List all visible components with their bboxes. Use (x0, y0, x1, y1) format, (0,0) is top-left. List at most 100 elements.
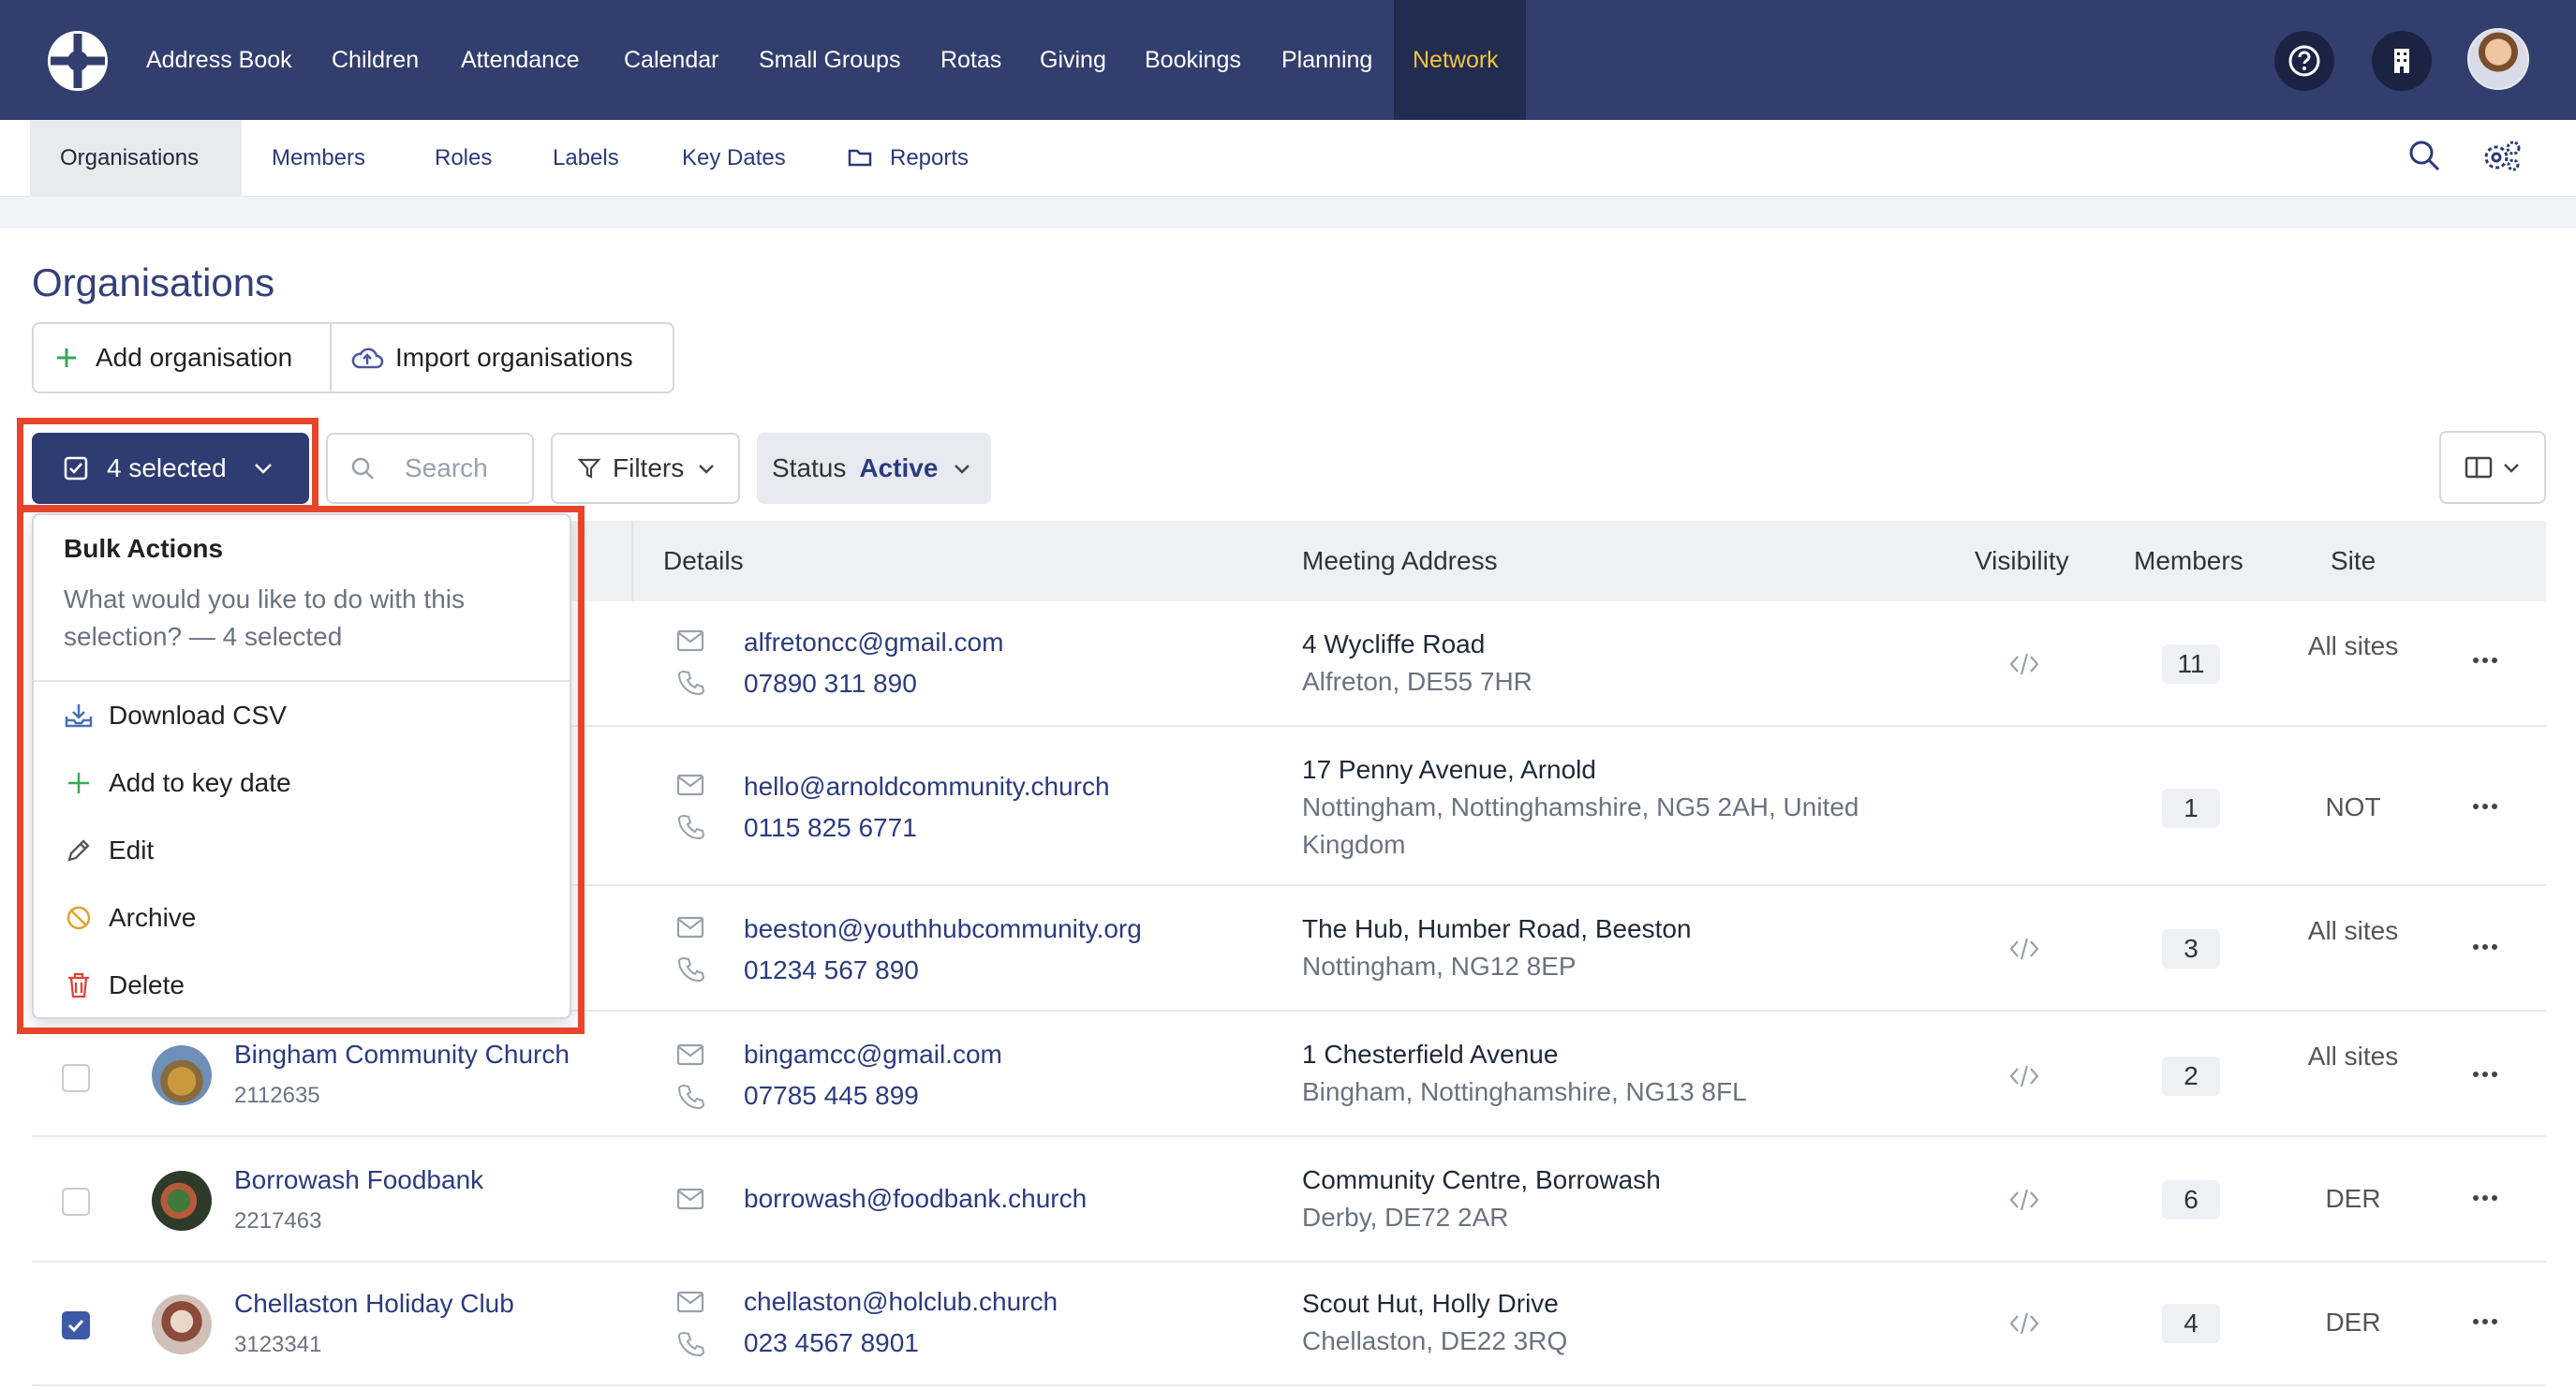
row-phone[interactable]: 0115 825 6771 (744, 813, 917, 843)
code-embed-icon[interactable] (2008, 1186, 2040, 1214)
settings-gear-icon[interactable] (2482, 139, 2522, 174)
code-embed-icon[interactable] (2008, 1062, 2040, 1090)
more-options-icon[interactable] (2471, 656, 2499, 665)
row-address-line2: Nottingham, NG12 8EP (1302, 952, 1577, 981)
nav-small-groups[interactable]: Small Groups (759, 0, 900, 120)
organisation-name-link[interactable]: Borrowash Foodbank (234, 1165, 483, 1195)
nav-rotas[interactable]: Rotas (940, 0, 1001, 120)
phone-icon (678, 1330, 704, 1356)
more-options-icon[interactable] (2471, 1070, 2499, 1079)
row-email[interactable]: hello@arnoldcommunity.church (744, 772, 1110, 802)
page-title: Organisations (32, 260, 275, 304)
organisation-id: 3123341 (234, 1332, 322, 1357)
row-phone[interactable]: 07890 311 890 (744, 669, 917, 699)
mail-icon (676, 916, 704, 939)
subnav-organisations[interactable]: Organisations (60, 120, 199, 197)
members-count-badge: 6 (2162, 1180, 2220, 1220)
row-checkbox[interactable] (62, 1188, 90, 1216)
more-options-icon[interactable] (2471, 1317, 2499, 1326)
members-count-badge: 1 (2162, 789, 2220, 828)
row-address-line2: Bingham, Nottinghamshire, NG13 8FL (1302, 1077, 1747, 1106)
organisation-name-link[interactable]: Bingham Community Church (234, 1040, 570, 1070)
organisation-id: 2112635 (234, 1083, 320, 1108)
subnav-roles[interactable]: Roles (435, 120, 492, 197)
row-site: NOT (2325, 792, 2381, 821)
chevron-down-icon (2504, 464, 2519, 473)
checkmark-icon (67, 1319, 84, 1333)
search-icon[interactable] (2407, 139, 2441, 172)
search-input[interactable]: Search (326, 433, 534, 504)
filter-icon (577, 458, 601, 479)
subnav-labels[interactable]: Labels (553, 120, 619, 197)
row-site: All sites (2307, 916, 2399, 945)
organisation-switch-button[interactable] (2372, 31, 2432, 91)
phone-icon (678, 955, 704, 982)
row-email[interactable]: alfretoncc@gmail.com (744, 628, 1003, 658)
code-embed-icon[interactable] (2008, 935, 2040, 963)
row-address-line2: Derby, DE72 2AR (1302, 1203, 1509, 1232)
import-organisations-button[interactable]: Import organisations (330, 322, 674, 393)
row-divider (32, 1135, 2546, 1137)
filters-button[interactable]: Filters (551, 433, 740, 504)
row-checkbox[interactable] (62, 1064, 90, 1092)
row-address-line1: The Hub, Humber Road, Beeston (1302, 914, 1692, 943)
header-visibility: Visibility (1975, 546, 2069, 575)
menu-highlight-box (17, 506, 585, 1034)
code-embed-icon[interactable] (2008, 1309, 2040, 1338)
nav-address-book[interactable]: Address Book (146, 0, 292, 120)
row-email[interactable]: bingamcc@gmail.com (744, 1040, 1002, 1070)
status-filter-button[interactable]: Status Active (757, 433, 991, 504)
row-site: DER (2325, 1308, 2381, 1337)
search-placeholder: Search (405, 453, 488, 482)
phone-icon (678, 669, 704, 695)
header-site: Site (2331, 546, 2376, 575)
header-members: Members (2134, 546, 2243, 575)
status-value: Active (859, 453, 939, 482)
row-site: All sites (2307, 631, 2399, 660)
app-logo-icon[interactable] (45, 28, 111, 94)
row-site: DER (2325, 1184, 2381, 1213)
import-organisations-label: Import organisations (395, 343, 633, 372)
user-avatar[interactable] (2467, 28, 2529, 90)
row-phone[interactable]: 01234 567 890 (744, 955, 919, 985)
mail-icon (676, 1043, 704, 1066)
filters-label: Filters (613, 453, 685, 482)
row-address-line1: 4 Wycliffe Road (1302, 629, 1486, 658)
mail-icon (676, 1188, 704, 1210)
members-count-badge: 2 (2162, 1057, 2220, 1096)
nav-children[interactable]: Children (332, 0, 419, 120)
subnav-members[interactable]: Members (272, 120, 365, 197)
code-embed-icon[interactable] (2008, 650, 2040, 678)
members-count-badge: 4 (2162, 1304, 2220, 1343)
nav-giving[interactable]: Giving (1040, 0, 1106, 120)
more-options-icon[interactable] (2471, 1193, 2499, 1203)
nav-calendar[interactable]: Calendar (624, 0, 718, 120)
row-email[interactable]: chellaston@holclub.church (744, 1287, 1058, 1317)
search-field-icon (351, 457, 374, 480)
nav-bookings[interactable]: Bookings (1145, 0, 1241, 120)
selection-highlight-box (17, 418, 318, 511)
nav-network[interactable]: Network (1413, 0, 1499, 120)
more-options-icon[interactable] (2471, 942, 2499, 952)
add-organisation-button[interactable]: Add organisation (32, 322, 332, 393)
more-options-icon[interactable] (2471, 802, 2499, 811)
nav-planning[interactable]: Planning (1281, 0, 1372, 120)
row-email[interactable]: beeston@youthhubcommunity.org (744, 914, 1142, 944)
nav-attendance[interactable]: Attendance (461, 0, 580, 120)
row-address-line1: Community Centre, Borrowash (1302, 1165, 1661, 1194)
mail-icon (676, 1291, 704, 1313)
plus-icon (57, 348, 76, 367)
header-meeting-address: Meeting Address (1302, 546, 1498, 575)
column-layout-button[interactable] (2439, 431, 2546, 504)
subnav-key-dates[interactable]: Key Dates (682, 120, 786, 197)
row-phone[interactable]: 07785 445 899 (744, 1081, 919, 1111)
row-address-line2: Alfreton, DE55 7HR (1302, 667, 1532, 696)
help-button[interactable] (2274, 31, 2334, 91)
row-email[interactable]: borrowash@foodbank.church (744, 1184, 1087, 1214)
subnav-reports[interactable]: Reports (890, 120, 969, 197)
row-phone[interactable]: 023 4567 8901 (744, 1328, 919, 1358)
chevron-down-icon (955, 465, 970, 474)
row-checkbox-checked[interactable] (62, 1311, 90, 1339)
organisation-name-link[interactable]: Chellaston Holiday Club (234, 1289, 514, 1319)
folder-icon (847, 144, 873, 170)
